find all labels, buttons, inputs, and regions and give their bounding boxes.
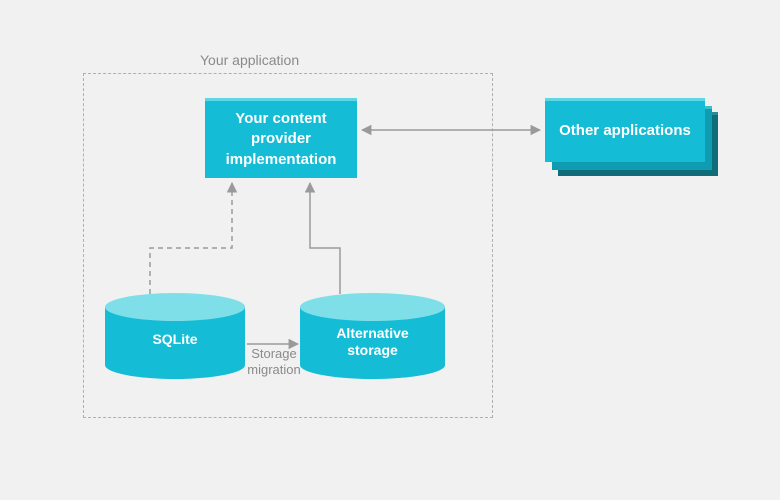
- other-applications-label: Other applications: [559, 121, 691, 141]
- content-provider-box: Your content provider implementation: [205, 98, 357, 178]
- sqlite-cylinder: SQLite: [105, 293, 245, 379]
- other-applications-box: Other applications: [545, 98, 705, 162]
- storage-migration-label: Storage migration: [244, 346, 304, 377]
- sqlite-label: SQLite: [105, 331, 245, 348]
- application-boundary-label: Your application: [200, 52, 299, 68]
- alternative-storage-label: Alternative storage: [300, 325, 445, 359]
- alternative-storage-cylinder: Alternative storage: [300, 293, 445, 379]
- content-provider-label: Your content provider implementation: [226, 109, 337, 170]
